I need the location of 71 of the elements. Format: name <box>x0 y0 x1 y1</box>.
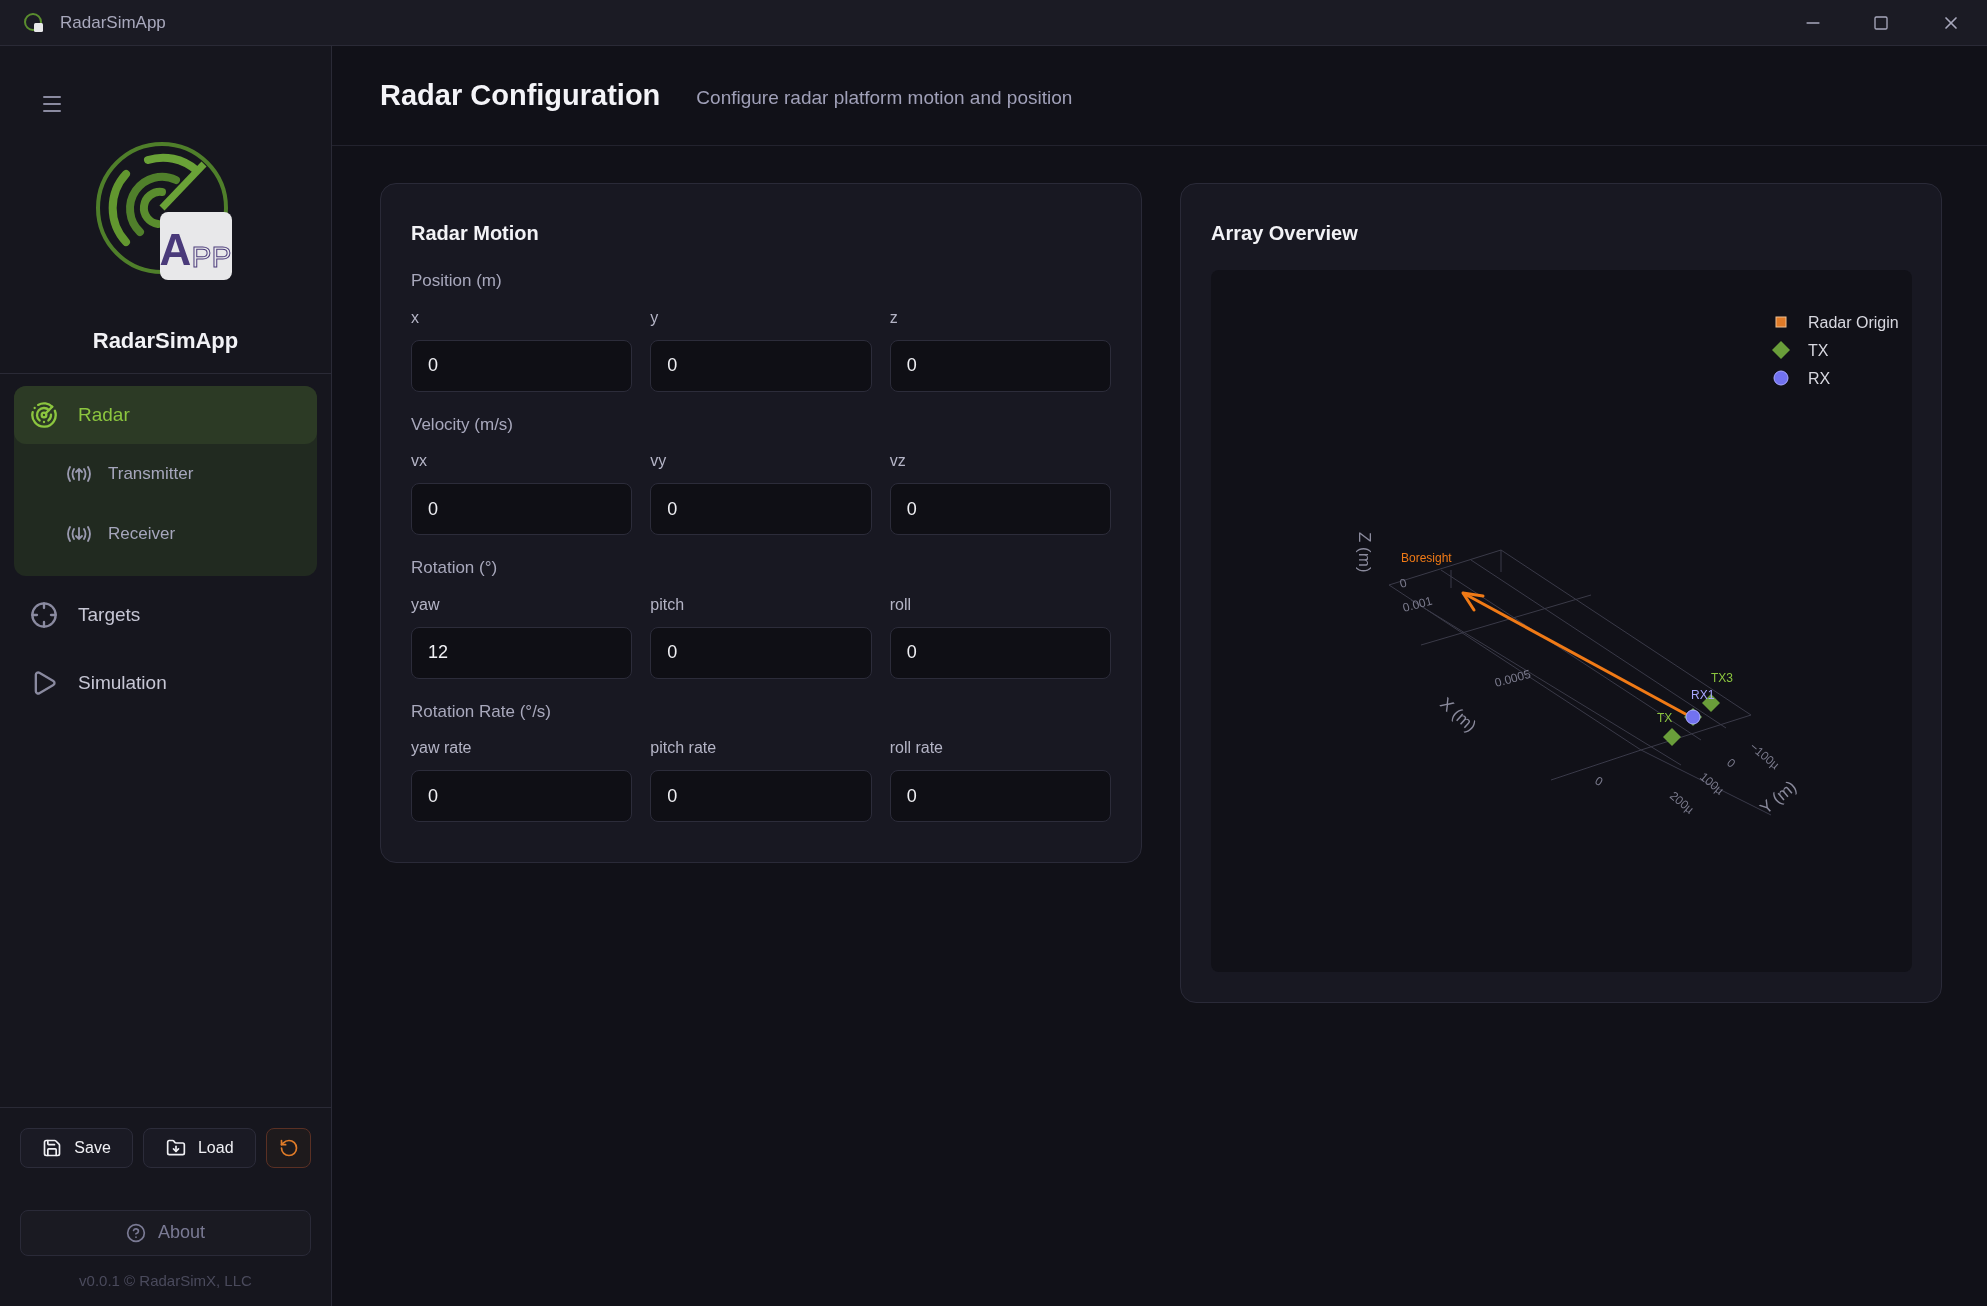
nav-item[interactable]: Simulation <box>14 654 317 712</box>
field-label: roll rate <box>889 738 944 758</box>
about-button[interactable]: About <box>20 1209 311 1256</box>
marker-label: TX <box>1657 711 1673 725</box>
field-label: yaw <box>411 594 441 615</box>
window-title: RadarSimApp <box>60 11 166 34</box>
page-title: Radar Configuration <box>380 77 661 113</box>
number-field[interactable]: 0 <box>889 770 1111 822</box>
group-label: Velocity (m/s) <box>411 413 515 436</box>
number-field[interactable]: 0 <box>650 626 872 679</box>
help-icon <box>125 1222 146 1243</box>
save-icon <box>42 1137 63 1158</box>
card-title: Radar Motion <box>411 221 540 246</box>
tx-marker <box>1663 728 1681 746</box>
version-text: v0.0.1 © RadarSimX, LLC <box>78 1270 253 1291</box>
reset-icon <box>278 1137 299 1158</box>
tick-label: 0 <box>1592 773 1606 789</box>
field-label: pitch <box>650 594 686 615</box>
axis-title: X (m) <box>1436 693 1480 736</box>
app-icon <box>24 12 44 33</box>
load-button[interactable]: Load <box>143 1127 257 1168</box>
radar-icon <box>30 401 58 429</box>
transmit-icon <box>66 465 92 483</box>
tick-label: 0.0005 <box>1493 666 1533 690</box>
number-field[interactable]: 0 <box>650 770 872 822</box>
field-label: vx <box>411 451 428 471</box>
rx-marker <box>1685 709 1701 725</box>
receive-icon <box>66 525 92 543</box>
crosshair-icon <box>30 601 58 629</box>
tick-label: 0 <box>1398 575 1409 591</box>
card-title: Array Overview <box>1211 221 1359 246</box>
page-subtitle: Configure radar platform motion and position <box>696 86 1073 111</box>
nav-subitem[interactable]: Transmitter <box>14 444 317 504</box>
group-label: Position (m) <box>411 270 503 292</box>
number-field[interactable]: 0 <box>889 339 1111 392</box>
field-label: y <box>650 307 660 328</box>
field-label: yaw rate <box>411 738 473 758</box>
field-label: vz <box>889 451 907 471</box>
number-field[interactable]: 0 <box>650 339 872 392</box>
field-label: pitch rate <box>650 738 718 758</box>
tick-label: 0.001 <box>1401 593 1434 615</box>
save-button[interactable]: Save <box>20 1127 134 1168</box>
reset-button[interactable] <box>266 1127 311 1168</box>
nav-item[interactable]: Radar <box>14 386 317 444</box>
marker-label: RX1 <box>1691 688 1715 702</box>
legend-label: TX <box>1808 342 1829 359</box>
number-field[interactable]: 0 <box>411 483 633 535</box>
maximize-icon[interactable] <box>1873 14 1889 31</box>
number-field[interactable]: 12 <box>411 626 633 679</box>
boresight-label: Boresight <box>1401 551 1452 565</box>
tick-label: 0 <box>1724 755 1739 771</box>
group-label: Rotation (°) <box>411 557 499 579</box>
nav-item[interactable]: Targets <box>14 586 317 644</box>
legend-label: RX <box>1808 370 1831 387</box>
axis-title: Z (m) <box>1355 532 1374 573</box>
legend-label: Radar Origin <box>1808 314 1899 331</box>
field-label: z <box>889 307 899 328</box>
app-name: RadarSimApp <box>92 327 239 355</box>
group-label: Rotation Rate (°/s) <box>411 700 553 723</box>
folder-icon <box>165 1137 186 1158</box>
marker-label: TX3 <box>1711 671 1733 685</box>
number-field[interactable]: 0 <box>650 483 872 535</box>
number-field[interactable]: 0 <box>889 483 1111 535</box>
axis-title: Y (m) <box>1756 777 1801 819</box>
nav-subitem[interactable]: Receiver <box>14 504 317 564</box>
field-label: roll <box>889 594 912 615</box>
field-label: x <box>411 307 420 328</box>
number-field[interactable]: 0 <box>889 626 1111 679</box>
number-field[interactable]: 0 <box>411 339 633 392</box>
field-label: vy <box>650 451 668 471</box>
number-field[interactable]: 0 <box>411 770 633 822</box>
